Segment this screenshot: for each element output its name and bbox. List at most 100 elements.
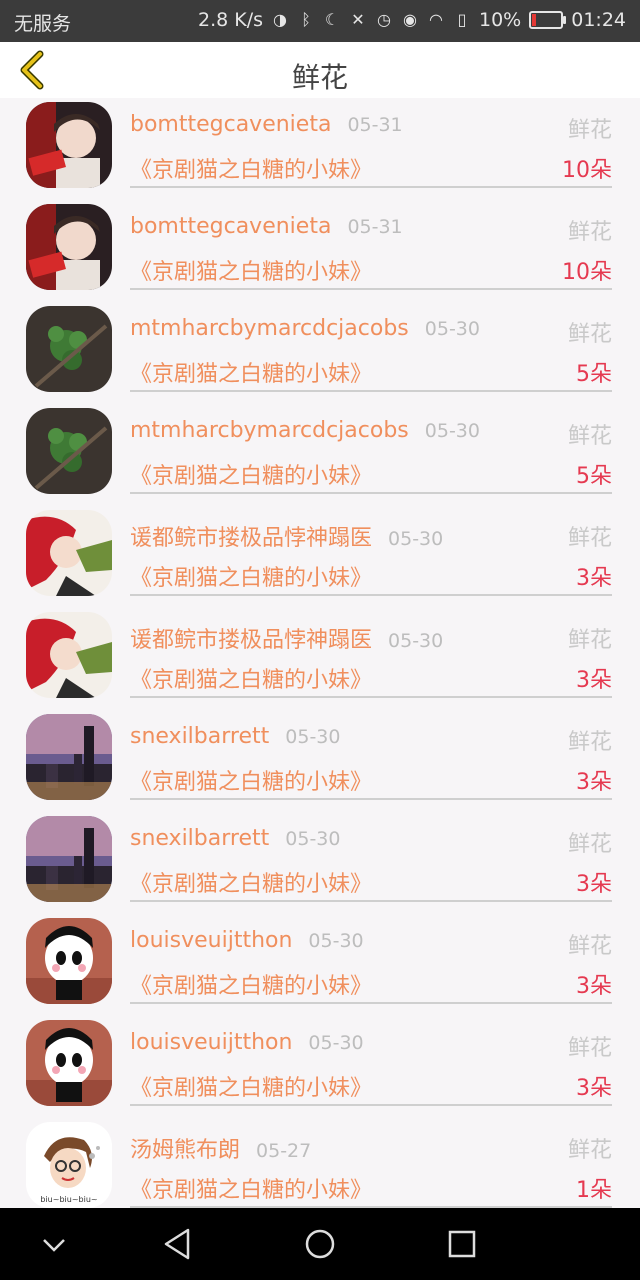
avatar[interactable] <box>26 510 112 596</box>
divider <box>130 1002 612 1004</box>
user-name[interactable]: louisveuijtthon <box>130 928 292 953</box>
gift-date: 05-30 <box>308 1032 364 1054</box>
avatar[interactable] <box>26 1020 112 1106</box>
avatar-red-hair-image <box>26 510 112 596</box>
divider <box>130 492 612 494</box>
book-title[interactable]: 《京剧猫之白糖的小妹》 <box>130 566 372 591</box>
avatar-panda-image <box>26 918 112 1004</box>
sim-icon: ▯ <box>457 10 467 29</box>
user-name[interactable]: 谖都鲩市搂极品悖神蹋医 <box>130 628 372 653</box>
divider <box>130 1104 612 1106</box>
gift-type: 鲜花 <box>567 118 612 143</box>
gift-type: 鲜花 <box>567 526 612 551</box>
circle-home-icon <box>305 1229 335 1259</box>
gift-date: 05-30 <box>424 318 480 340</box>
eye-icon: ◉ <box>403 10 417 29</box>
book-title[interactable]: 《京剧猫之白糖的小妹》 <box>130 872 372 897</box>
gift-date: 05-30 <box>285 828 341 850</box>
gift-type: 鲜花 <box>567 1138 612 1163</box>
avatar-boy-photo-image <box>26 204 112 290</box>
user-name[interactable]: 汤姆熊布朗 <box>130 1138 240 1163</box>
gift-type: 鲜花 <box>567 1036 612 1061</box>
list-item[interactable]: biu~biu~biu~ 汤姆熊布朗 05-27 鲜花 《京剧猫之白糖的小妹》 1朵 <box>0 1118 640 1208</box>
user-name[interactable]: mtmharcbymarcdcjacobs <box>130 418 409 443</box>
gift-count: 10朵 <box>562 158 612 183</box>
nav-recents-button[interactable] <box>442 1224 482 1264</box>
bluetooth-icon: ᛒ <box>301 10 311 29</box>
gift-date: 05-31 <box>347 114 403 136</box>
list-item[interactable]: louisveuijtthon 05-30 鲜花《京剧猫之白糖的小妹》 3朵 <box>0 1016 640 1118</box>
list-item[interactable]: bomttegcavenieta 05-31 鲜花 《京剧猫之白糖的小妹》 10朵 <box>0 200 640 302</box>
divider <box>130 186 612 188</box>
gift-count: 3朵 <box>576 974 612 999</box>
book-title[interactable]: 《京剧猫之白糖的小妹》 <box>130 464 372 489</box>
avatar[interactable] <box>26 714 112 800</box>
user-name[interactable]: 谖都鲩市搂极品悖神蹋医 <box>130 526 372 551</box>
network-speed: 2.8 K/s <box>197 9 263 31</box>
avatar[interactable] <box>26 102 112 188</box>
gift-date: 05-30 <box>424 420 480 442</box>
battery-icon <box>529 11 567 29</box>
list-item[interactable]: mtmharcbymarcdcjacobs 05-30 鲜花 《京剧猫之白糖的小妹》 5… <box>0 302 640 404</box>
gift-type: 鲜花 <box>567 220 612 245</box>
avatar-city-image <box>26 816 112 902</box>
book-title[interactable]: 《京剧猫之白糖的小妹》 <box>130 770 372 795</box>
wifi-icon: ◠ <box>429 10 443 29</box>
gift-count: 3朵 <box>576 1076 612 1101</box>
gift-count: 5朵 <box>576 362 612 387</box>
gift-type: 鲜花 <box>567 424 612 449</box>
alarm-icon: ◷ <box>377 10 391 29</box>
user-name[interactable]: mtmharcbymarcdcjacobs <box>130 316 409 341</box>
user-name[interactable]: bomttegcavenieta <box>130 214 331 239</box>
gift-count: 3朵 <box>576 668 612 693</box>
clock: 01:24 <box>571 9 626 31</box>
divider <box>130 798 612 800</box>
gift-count: 5朵 <box>576 464 612 489</box>
user-name[interactable]: snexilbarrett <box>130 724 269 749</box>
gift-count: 3朵 <box>576 872 612 897</box>
book-title[interactable]: 《京剧猫之白糖的小妹》 <box>130 668 372 693</box>
avatar-cartoon-girl-image: biu~biu~biu~ <box>26 1122 112 1208</box>
list-item[interactable]: 谖都鲩市搂极品悖神蹋医 05-30 鲜花 《京剧猫之白糖的小妹》 3朵 <box>0 608 640 710</box>
moon-icon: ☾ <box>324 10 340 29</box>
gift-type: 鲜花 <box>567 934 612 959</box>
list-item[interactable]: 谖都鲩市搂极品悖神蹋医 05-30 鲜花 《京剧猫之白糖的小妹》 3朵 <box>0 506 640 608</box>
list-item[interactable]: bomttegcavenieta 05-31 鲜花《京剧猫之白糖的小妹》 10朵 <box>0 98 640 200</box>
avatar[interactable] <box>26 204 112 290</box>
avatar[interactable] <box>26 408 112 494</box>
avatar[interactable] <box>26 612 112 698</box>
chevron-down-icon <box>43 1239 65 1252</box>
nav-home-button[interactable] <box>300 1224 340 1264</box>
list-item[interactable]: mtmharcbymarcdcjacobs 05-30 鲜花《京剧猫之白糖的小妹》 5… <box>0 404 640 506</box>
book-title[interactable]: 《京剧猫之白糖的小妹》 <box>130 158 372 183</box>
list-item[interactable]: snexilbarrett 05-30 鲜花《京剧猫之白糖的小妹》 3朵 <box>0 812 640 914</box>
avatar[interactable] <box>26 306 112 392</box>
user-name[interactable]: louisveuijtthon <box>130 1030 292 1055</box>
list-item[interactable]: snexilbarrett 05-30 鲜花 《京剧猫之白糖的小妹》 3朵 <box>0 710 640 812</box>
gift-type: 鲜花 <box>567 628 612 653</box>
hd-icon: ◑ <box>273 10 287 29</box>
divider <box>130 288 612 290</box>
avatar[interactable] <box>26 816 112 902</box>
avatar-plant-image <box>26 306 112 392</box>
user-name[interactable]: snexilbarrett <box>130 826 269 851</box>
book-title[interactable]: 《京剧猫之白糖的小妹》 <box>130 260 372 285</box>
triangle-back-icon <box>164 1228 190 1260</box>
nav-back-button[interactable] <box>158 1224 198 1264</box>
book-title[interactable]: 《京剧猫之白糖的小妹》 <box>130 362 372 387</box>
avatar[interactable] <box>26 918 112 1004</box>
book-title[interactable]: 《京剧猫之白糖的小妹》 <box>130 974 372 999</box>
gift-date: 05-30 <box>308 930 364 952</box>
gift-type: 鲜花 <box>567 832 612 857</box>
battery-percent: 10% <box>479 9 522 31</box>
avatar[interactable]: biu~biu~biu~ <box>26 1122 112 1208</box>
book-title[interactable]: 《京剧猫之白糖的小妹》 <box>130 1076 372 1101</box>
list-item[interactable]: louisveuijtthon 05-30 鲜花《京剧猫之白糖的小妹》 3朵 <box>0 914 640 1016</box>
avatar-boy-photo-image <box>26 102 112 188</box>
nav-hide-button[interactable] <box>34 1224 74 1264</box>
page-title: 鲜花 <box>291 61 348 94</box>
gift-type: 鲜花 <box>567 730 612 755</box>
book-title[interactable]: 《京剧猫之白糖的小妹》 <box>130 1178 372 1203</box>
user-name[interactable]: bomttegcavenieta <box>130 112 331 137</box>
gift-date: 05-31 <box>347 216 403 238</box>
